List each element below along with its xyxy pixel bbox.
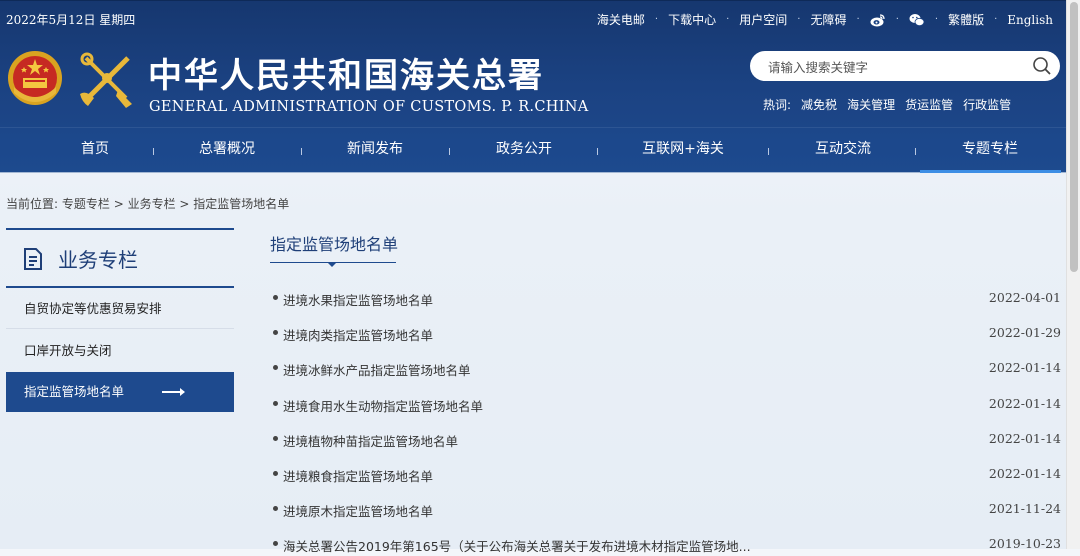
arrow-right-icon: [162, 388, 185, 396]
page-title: 指定监管场地名单: [270, 235, 399, 254]
site-title-english: GENERAL ADMINISTRATION OF CUSTOMS. P. R.…: [149, 99, 589, 115]
top-link-separator: ·: [654, 14, 659, 25]
breadcrumb-item[interactable]: 指定监管场地名单: [193, 197, 289, 211]
list-item-date: 2022-01-14: [988, 360, 1061, 375]
list-item[interactable]: 进境食用水生动物指定监管场地名单 2022-01-14: [273, 396, 1061, 416]
list-item[interactable]: 进境原木指定监管场地名单 2021-11-24: [273, 501, 1061, 521]
link-download-center[interactable]: 下载中心: [668, 11, 716, 28]
nav-divider: [153, 148, 154, 155]
top-link-separator: ·: [895, 14, 899, 25]
breadcrumb-separator: >: [109, 197, 128, 211]
title-underline-pointer: [327, 262, 337, 267]
wechat-icon[interactable]: [909, 13, 925, 27]
list-item-date: 2021-11-24: [988, 501, 1061, 516]
list-item[interactable]: 进境水果指定监管场地名单 2022-04-01: [273, 290, 1061, 310]
site-header: 2022年5月12日 星期四 海关电邮 · 下载中心 · 用户空间 · 无障碍 …: [0, 0, 1067, 173]
main-nav: 首页 总署概况 新闻发布 政务公开 互联网+海关 互动交流 专题专栏: [0, 127, 1067, 173]
top-link-separator: ·: [797, 14, 801, 25]
hot-words: 热词: 减免税 海关管理 货运监管 行政监管: [763, 96, 1011, 113]
list-item-title[interactable]: 进境粮食指定监管场地名单: [283, 466, 433, 485]
bullet-icon: [273, 295, 278, 300]
sidebar-item-port-opening[interactable]: 口岸开放与关闭: [6, 331, 234, 371]
hot-word-link[interactable]: 减免税: [801, 96, 837, 113]
search-box: [750, 51, 1060, 81]
list-item-title[interactable]: 进境冰鲜水产品指定监管场地名单: [283, 360, 471, 379]
top-links: 海关电邮 · 下载中心 · 用户空间 · 无障碍 · · · 繁體版 · Eng…: [597, 11, 1053, 28]
list-item[interactable]: 进境植物种苗指定监管场地名单 2022-01-14: [273, 431, 1061, 451]
sidebar-item-label: 自贸协定等优惠贸易安排: [24, 301, 162, 316]
list-item[interactable]: 进境肉类指定监管场地名单 2022-01-29: [273, 325, 1061, 345]
breadcrumb: 当前位置: 专题专栏 > 业务专栏 > 指定监管场地名单: [6, 195, 289, 212]
bullet-icon: [273, 471, 278, 476]
nav-active-indicator: [920, 170, 1061, 173]
link-accessibility[interactable]: 无障碍: [810, 11, 846, 28]
scrollbar-thumb[interactable]: [1070, 2, 1078, 272]
list-item-date: 2022-01-29: [988, 325, 1061, 340]
nav-divider: [301, 148, 302, 155]
nav-divider: [768, 148, 769, 155]
list-item-date: 2022-04-01: [988, 290, 1061, 305]
top-link-separator: ·: [934, 14, 939, 25]
nav-item-gov-affairs[interactable]: 政务公开: [469, 128, 579, 173]
breadcrumb-item[interactable]: 专题专栏: [62, 197, 110, 211]
hot-word-link[interactable]: 行政监管: [963, 96, 1011, 113]
sidebar-title: 业务专栏: [58, 248, 138, 272]
header-top-line: [0, 0, 1067, 1]
nav-item-special-topics[interactable]: 专题专栏: [935, 128, 1045, 173]
list-item[interactable]: 进境粮食指定监管场地名单 2022-01-14: [273, 466, 1061, 486]
top-link-separator: ·: [726, 14, 730, 25]
hot-words-label: 热词:: [763, 98, 792, 112]
scrollbar[interactable]: [1066, 0, 1080, 549]
nav-divider: [597, 148, 598, 155]
list-item-date: 2022-01-14: [988, 396, 1061, 411]
hot-word-link[interactable]: 海关管理: [847, 96, 895, 113]
sidebar-header: 业务专栏: [6, 228, 234, 288]
list-item[interactable]: 进境冰鲜水产品指定监管场地名单 2022-01-14: [273, 360, 1061, 380]
bullet-icon: [273, 330, 278, 335]
top-link-separator: ·: [994, 14, 998, 25]
nav-item-overview[interactable]: 总署概况: [172, 128, 282, 173]
document-icon: [23, 248, 43, 270]
current-date: 2022年5月12日 星期四: [6, 13, 136, 27]
list-item-title[interactable]: 进境水果指定监管场地名单: [283, 290, 433, 309]
nav-divider: [449, 148, 450, 155]
bullet-icon: [273, 436, 278, 441]
bullet-icon: [273, 365, 278, 370]
nav-item-news[interactable]: 新闻发布: [320, 128, 430, 173]
bullet-icon: [273, 401, 278, 406]
breadcrumb-separator: >: [175, 197, 194, 211]
list-item-title[interactable]: 海关总署公告2019年第165号（关于公布海关总署关于发布进境木材指定监管场地.…: [283, 536, 751, 555]
nav-item-home[interactable]: 首页: [40, 128, 150, 173]
list-item[interactable]: 海关总署公告2019年第165号（关于公布海关总署关于发布进境木材指定监管场地.…: [273, 536, 1061, 556]
search-icon[interactable]: [1032, 56, 1052, 76]
nav-item-internet-customs[interactable]: 互联网+海关: [618, 128, 748, 173]
sidebar-item-designated-sites[interactable]: 指定监管场地名单: [6, 372, 234, 412]
bullet-icon: [273, 506, 278, 511]
link-user-space[interactable]: 用户空间: [739, 11, 787, 28]
sidebar-item-label: 口岸开放与关闭: [24, 343, 112, 358]
list-item-title[interactable]: 进境原木指定监管场地名单: [283, 501, 433, 520]
list-item-title[interactable]: 进境食用水生动物指定监管场地名单: [283, 396, 483, 415]
list-item-date: 2022-01-14: [988, 466, 1061, 481]
list-item-title[interactable]: 进境肉类指定监管场地名单: [283, 325, 433, 344]
sidebar-item-fta[interactable]: 自贸协定等优惠贸易安排: [6, 289, 234, 329]
nav-divider: [915, 148, 916, 155]
weibo-icon[interactable]: [870, 13, 886, 27]
customs-emblem-icon: [76, 50, 138, 112]
hot-word-link[interactable]: 货运监管: [905, 96, 953, 113]
link-traditional-chinese[interactable]: 繁體版: [948, 11, 984, 28]
breadcrumb-label: 当前位置:: [6, 197, 59, 211]
list-item-title[interactable]: 进境植物种苗指定监管场地名单: [283, 431, 458, 450]
link-english[interactable]: English: [1007, 13, 1053, 27]
sidebar-item-label: 指定监管场地名单: [24, 384, 125, 399]
site-title-chinese: 中华人民共和国海关总署: [148, 56, 544, 96]
national-emblem-icon: [6, 49, 64, 111]
breadcrumb-item[interactable]: 业务专栏: [128, 197, 176, 211]
link-customs-mail[interactable]: 海关电邮: [597, 11, 645, 28]
bullet-icon: [273, 541, 278, 546]
search-input[interactable]: [766, 56, 1020, 78]
top-link-separator: ·: [856, 14, 860, 25]
nav-item-interaction[interactable]: 互动交流: [788, 128, 898, 173]
list-item-date: 2022-01-14: [988, 431, 1061, 446]
